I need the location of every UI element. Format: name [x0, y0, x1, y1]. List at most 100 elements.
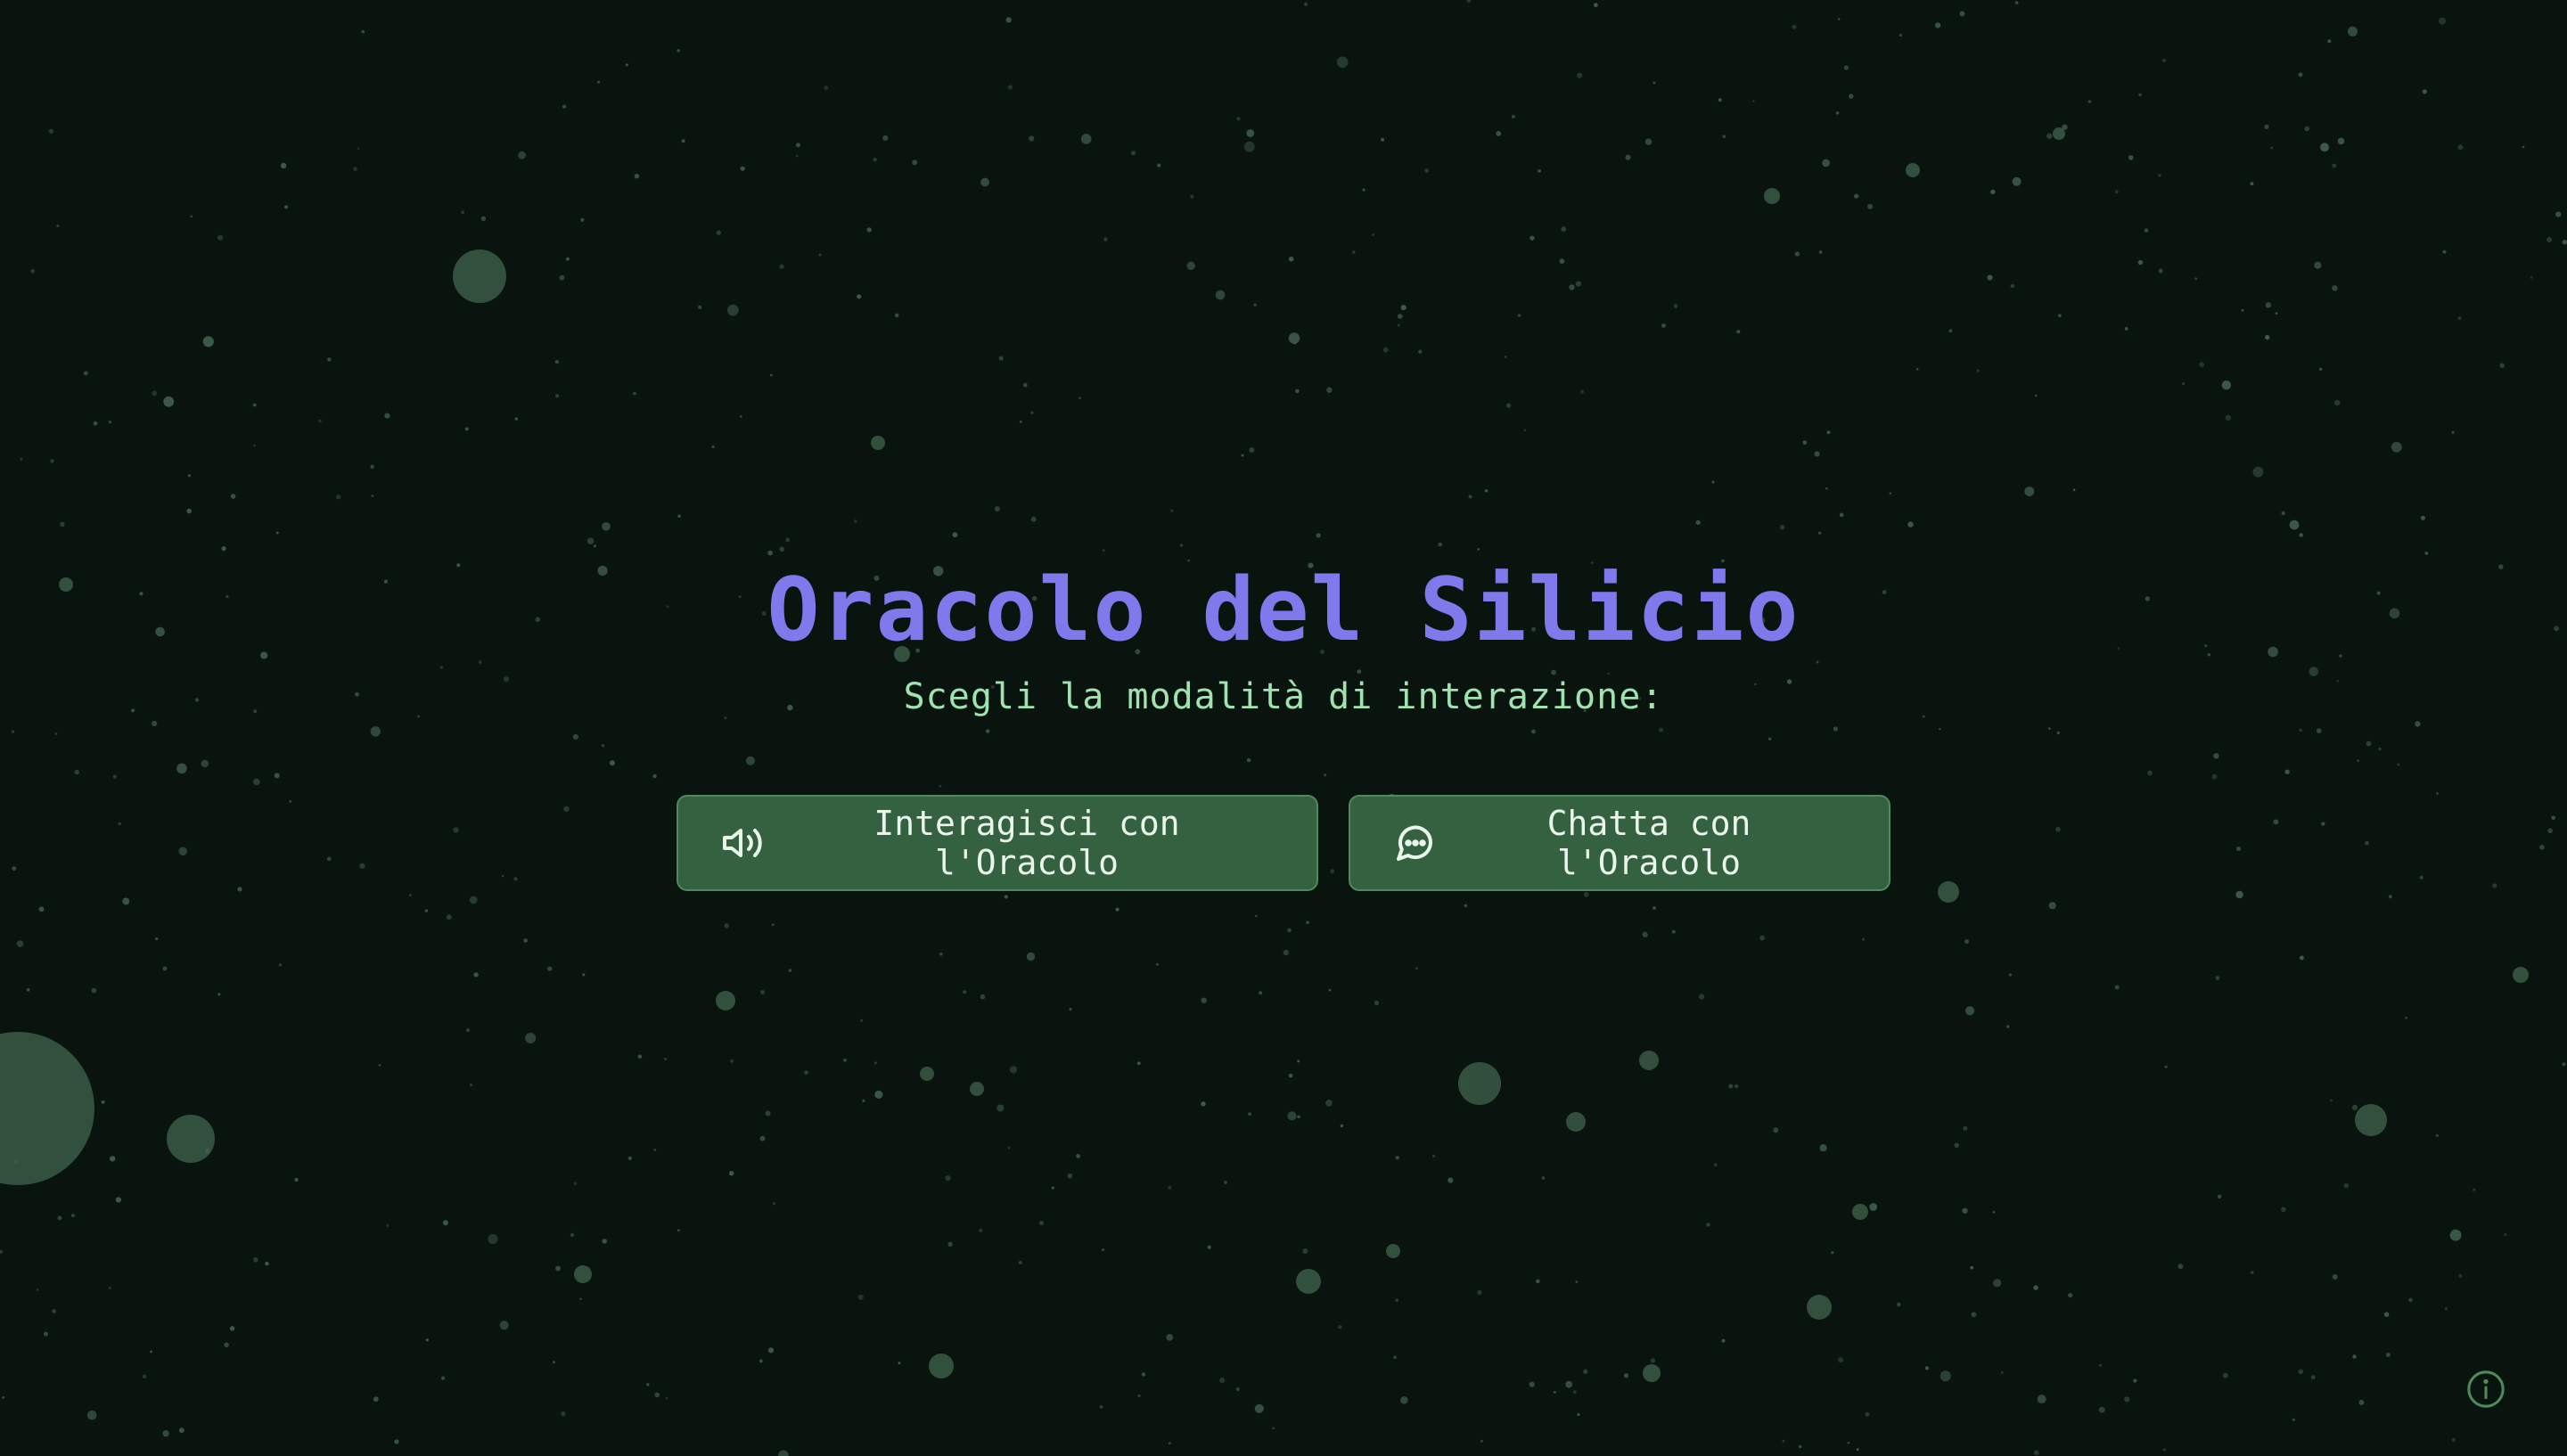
particle [862, 1099, 865, 1102]
particle [1625, 154, 1631, 160]
particle [778, 1450, 789, 1456]
particle [2158, 174, 2161, 177]
particle [1835, 111, 1840, 115]
particle [1069, 1008, 1072, 1011]
particle [370, 464, 374, 469]
particle [724, 923, 729, 928]
particle [1287, 1111, 1297, 1121]
particle [1018, 1261, 1022, 1264]
particle [2457, 316, 2462, 321]
particle [1352, 250, 1356, 254]
particle [1288, 256, 1294, 262]
particle [327, 357, 332, 362]
particle [1818, 531, 1822, 535]
particle [866, 227, 872, 233]
particle [1718, 98, 1722, 102]
particle [2499, 363, 2505, 368]
particle [190, 215, 193, 218]
particle [1711, 480, 1715, 484]
particle [1030, 411, 1034, 414]
particle [229, 1326, 235, 1331]
voice-interaction-button[interactable]: Interagisci con l'Oracolo [677, 795, 1318, 891]
particle [1326, 387, 1333, 393]
particle [767, 1347, 775, 1354]
particle [1029, 135, 1035, 142]
particle [1644, 138, 1653, 145]
particle [2133, 1378, 2137, 1383]
particle [773, 1202, 776, 1206]
particle [1328, 988, 1332, 992]
particle [162, 966, 168, 971]
particle [2281, 1207, 2286, 1213]
particle [1566, 1112, 1586, 1132]
info-button[interactable] [2465, 1370, 2506, 1411]
particle [425, 1338, 429, 1342]
particle [1400, 1396, 1408, 1404]
chat-button[interactable]: Chatta con l'Oracolo [1349, 795, 1890, 891]
particle [1843, 65, 1849, 70]
particle [2304, 126, 2310, 132]
particle [779, 264, 784, 269]
particle [1007, 85, 1013, 90]
particle [1296, 1269, 1321, 1294]
particle [2298, 72, 2303, 78]
particle [1819, 1144, 1827, 1152]
particle [13, 1159, 18, 1164]
particle [939, 953, 943, 956]
particle [1536, 1279, 1540, 1284]
particle [2014, 1, 2019, 4]
particle [1965, 1006, 1975, 1016]
particle [998, 356, 1004, 361]
particle [874, 1090, 883, 1099]
particle [384, 413, 390, 419]
particle [2299, 533, 2303, 537]
particle [1825, 487, 1828, 490]
particle [2144, 228, 2149, 233]
particle [1026, 952, 1036, 961]
particle [2164, 1065, 2168, 1068]
particle [57, 1215, 62, 1221]
particle [1190, 194, 1194, 199]
particle [740, 166, 745, 171]
particle [633, 391, 636, 396]
particle [278, 963, 282, 967]
particle [1577, 1412, 1580, 1417]
particle [2314, 261, 2322, 269]
particle [2289, 519, 2300, 530]
particle [1987, 274, 1993, 281]
particle [1288, 1073, 1293, 1078]
particle [2504, 1233, 2507, 1236]
particle [2332, 1274, 2338, 1280]
particle [30, 269, 35, 274]
particle [602, 1239, 607, 1244]
particle [1837, 18, 1841, 20]
particle [1255, 914, 1258, 918]
particle [1906, 163, 1920, 177]
particle [1822, 159, 1830, 168]
particle [2473, 1188, 2476, 1191]
particle [2351, 1104, 2358, 1110]
particle [769, 373, 773, 377]
particle [804, 1070, 808, 1075]
particle [920, 1067, 934, 1081]
particle [759, 1135, 766, 1141]
particle [2037, 1395, 2046, 1404]
particle [446, 914, 452, 920]
particle [1838, 1357, 1844, 1363]
particle [555, 1265, 561, 1272]
particle [796, 154, 799, 158]
particle [178, 1427, 185, 1434]
particle [1393, 1355, 1397, 1359]
particle [1243, 141, 1255, 152]
particle [654, 1392, 660, 1398]
particle [2449, 1229, 2462, 1241]
particle [1076, 1154, 1080, 1158]
particle [2332, 285, 2338, 291]
particle [1594, 3, 1598, 8]
particle [561, 1411, 566, 1417]
particle [155, 937, 159, 941]
particle [50, 459, 54, 463]
particle [2457, 144, 2464, 151]
particle [1976, 369, 1980, 372]
particle [318, 419, 322, 423]
